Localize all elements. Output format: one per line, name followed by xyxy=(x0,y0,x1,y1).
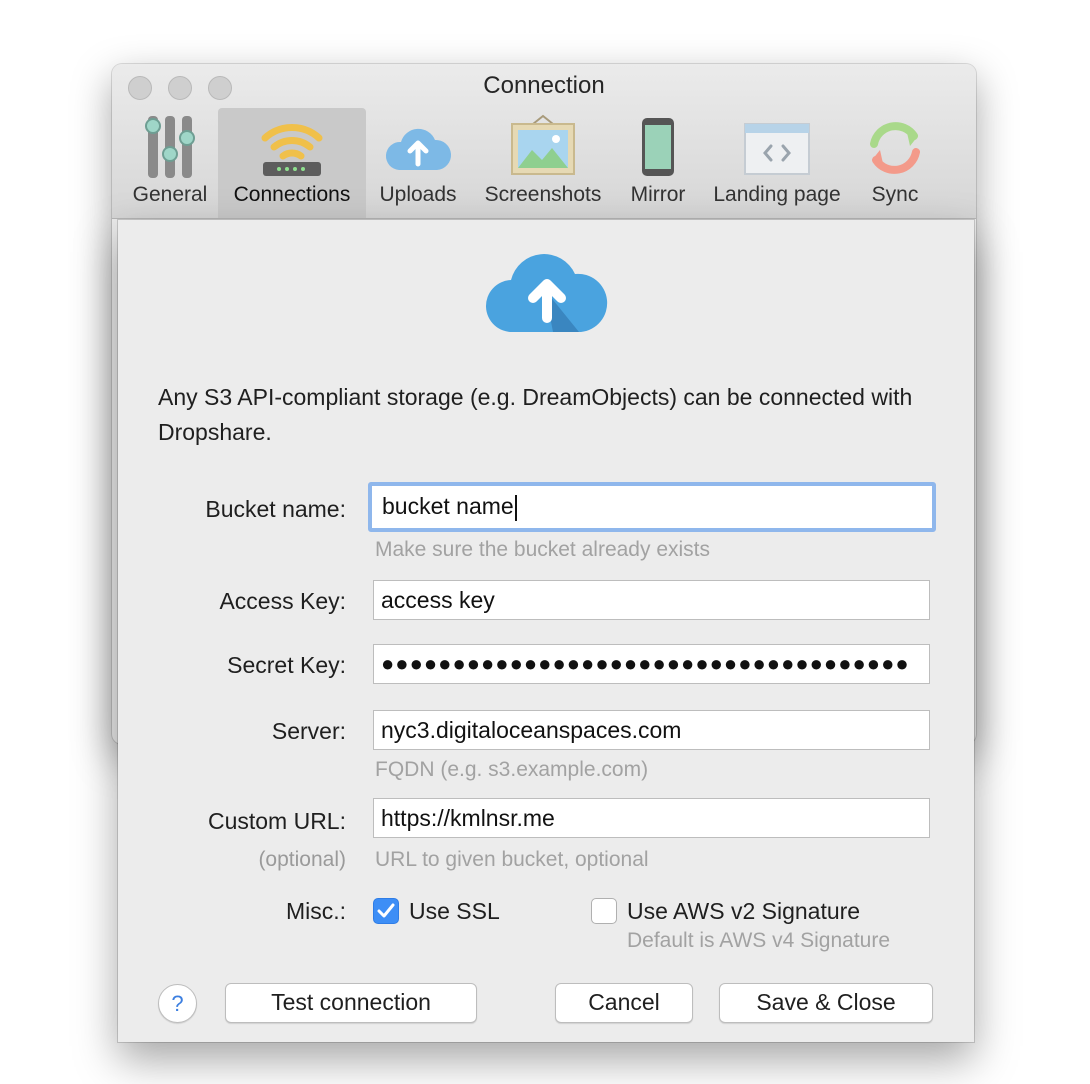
server-label: Server: xyxy=(271,718,346,744)
tab-uploads[interactable]: Uploads xyxy=(370,108,466,218)
tab-sync-label: Sync xyxy=(871,183,919,206)
tab-general-label: General xyxy=(132,183,208,206)
tab-connections-label: Connections xyxy=(233,183,351,206)
test-connection-button[interactable]: Test connection xyxy=(225,983,477,1023)
help-button[interactable]: ? xyxy=(158,984,197,1023)
aws-v2-signature-hint: Default is AWS v4 Signature xyxy=(627,929,891,952)
access-key-value: access key xyxy=(381,587,495,613)
aws-v2-signature-label[interactable]: Use AWS v2 Signature xyxy=(627,898,860,925)
text-caret xyxy=(514,494,517,521)
custom-url-value: https://kmlnsr.me xyxy=(381,805,555,831)
sliders-icon xyxy=(145,116,195,178)
tab-mirror-label: Mirror xyxy=(630,183,686,206)
server-hint: FQDN (e.g. s3.example.com) xyxy=(375,758,649,781)
secret-key-input[interactable]: ●●●●●●●●●●●●●●●●●●●●●●●●●●●●●●●●●●●●● xyxy=(373,644,930,684)
access-key-input[interactable]: access key xyxy=(373,580,930,620)
custom-url-optional-label: (optional) xyxy=(258,848,346,871)
tab-connections[interactable]: Connections xyxy=(218,108,366,218)
tab-screenshots-label: Screenshots xyxy=(484,183,602,206)
sync-arrows-icon xyxy=(870,122,920,174)
bucket-name-hint: Make sure the bucket already exists xyxy=(375,538,710,561)
server-input[interactable]: nyc3.digitaloceanspaces.com xyxy=(373,710,930,750)
custom-url-input[interactable]: https://kmlnsr.me xyxy=(373,798,930,838)
misc-label: Misc.: xyxy=(285,898,346,924)
tab-landing-page[interactable]: Landing page xyxy=(702,108,852,218)
bucket-name-value: bucket name xyxy=(382,493,514,519)
bucket-name-label: Bucket name: xyxy=(205,496,346,522)
bucket-name-input[interactable]: bucket name xyxy=(368,482,936,532)
tab-general[interactable]: General xyxy=(124,108,216,218)
use-ssl-label[interactable]: Use SSL xyxy=(409,898,500,925)
window-title: Connection xyxy=(483,72,605,99)
checkmark-icon xyxy=(377,903,395,918)
tab-mirror[interactable]: Mirror xyxy=(618,108,698,218)
custom-url-label: Custom URL: xyxy=(207,808,346,834)
save-close-button[interactable]: Save & Close xyxy=(719,983,933,1023)
picture-frame-icon xyxy=(511,114,575,175)
custom-url-hint: URL to given bucket, optional xyxy=(375,848,649,871)
cloud-upload-icon xyxy=(485,254,608,333)
title-bar: Connection General Connections Uploads S… xyxy=(112,64,976,219)
tab-landing-page-label: Landing page xyxy=(713,183,841,206)
tab-sync[interactable]: Sync xyxy=(852,108,938,218)
browser-code-icon xyxy=(744,123,810,175)
connection-sheet: Any S3 API-compliant storage (e.g. Dream… xyxy=(118,220,974,1042)
description-text: Any S3 API-compliant storage (e.g. Dream… xyxy=(158,384,913,445)
access-key-label: Access Key: xyxy=(219,588,346,614)
use-ssl-checkbox[interactable] xyxy=(373,898,399,924)
aws-v2-signature-checkbox[interactable] xyxy=(591,898,617,924)
secret-key-label: Secret Key: xyxy=(227,652,346,678)
phone-icon xyxy=(642,118,674,176)
tab-uploads-label: Uploads xyxy=(379,183,457,206)
server-value: nyc3.digitaloceanspaces.com xyxy=(381,717,682,743)
tab-screenshots[interactable]: Screenshots xyxy=(472,108,614,218)
cloud-upload-icon xyxy=(385,128,452,170)
secret-key-value: ●●●●●●●●●●●●●●●●●●●●●●●●●●●●●●●●●●●●● xyxy=(381,651,910,676)
cancel-button[interactable]: Cancel xyxy=(555,983,693,1023)
router-wifi-icon xyxy=(261,124,323,176)
